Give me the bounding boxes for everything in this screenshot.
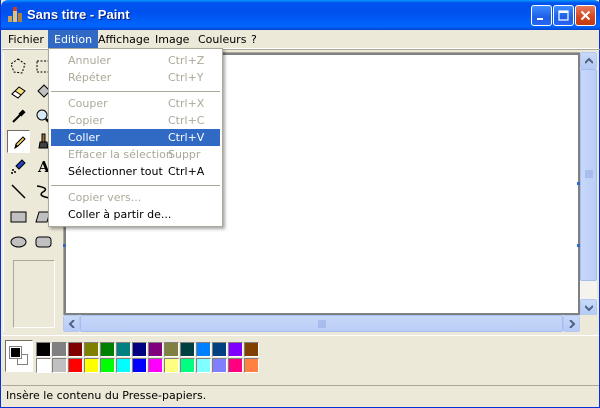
menu-item-coller-a-partir-de[interactable]: Coller à partir de... <box>51 206 220 223</box>
tool-eraser[interactable] <box>7 80 30 103</box>
menu-bar: Fichier Edition Affichage Image Couleurs… <box>2 30 600 50</box>
palette-swatch[interactable] <box>100 342 115 357</box>
palette-swatch[interactable] <box>212 342 227 357</box>
scroll-down-button[interactable] <box>580 299 597 316</box>
tool-airbrush[interactable] <box>7 155 30 178</box>
menu-edition[interactable]: Edition <box>48 30 99 49</box>
palette-swatch[interactable] <box>68 358 83 373</box>
tool-options-panel[interactable] <box>13 260 55 328</box>
menu-separator <box>51 185 220 186</box>
scroll-grip-icon <box>318 320 326 328</box>
eraser-icon <box>11 86 26 99</box>
ellipse-icon <box>10 236 27 248</box>
arrow-right-icon <box>569 320 576 328</box>
menu-item-annuler[interactable]: Annuler Ctrl+Z <box>51 52 220 69</box>
status-text: Insère le contenu du Presse-papiers. <box>6 389 207 402</box>
scroll-corner <box>580 315 597 332</box>
palette-swatch[interactable] <box>116 358 131 373</box>
status-bar: Insère le contenu du Presse-papiers. <box>2 385 599 406</box>
arrow-down-icon <box>585 305 593 312</box>
palette-swatch[interactable] <box>180 358 195 373</box>
edit-menu-dropdown: Annuler Ctrl+Z Répéter Ctrl+Y Couper Ctr… <box>48 48 223 227</box>
palette-swatch[interactable] <box>196 358 211 373</box>
close-button[interactable] <box>575 5 596 26</box>
menu-fichier[interactable]: Fichier <box>2 30 50 49</box>
color-picker-icon <box>12 109 26 123</box>
menu-item-copier[interactable]: Copier Ctrl+C <box>51 112 220 129</box>
palette-swatch[interactable] <box>196 342 211 357</box>
palette-swatch[interactable] <box>52 358 67 373</box>
pencil-icon <box>14 136 26 150</box>
scroll-right-button[interactable] <box>563 315 580 332</box>
airbrush-icon <box>11 159 26 174</box>
palette-swatch[interactable] <box>164 342 179 357</box>
palette-swatch[interactable] <box>244 358 259 373</box>
canvas-resize-handle-bottom-left <box>63 244 66 247</box>
palette-swatch[interactable] <box>164 358 179 373</box>
menu-item-copier-vers[interactable]: Copier vers... <box>51 189 220 206</box>
palette-swatch[interactable] <box>36 342 51 357</box>
palette-swatch[interactable] <box>132 358 147 373</box>
menu-item-repeter[interactable]: Répéter Ctrl+Y <box>51 69 220 86</box>
palette-swatch[interactable] <box>148 358 163 373</box>
palette-swatch[interactable] <box>148 342 163 357</box>
title-bar[interactable]: Sans titre - Paint <box>1 0 600 30</box>
menu-image[interactable]: Image <box>149 30 195 49</box>
palette-swatch[interactable] <box>132 342 147 357</box>
menu-affichage[interactable]: Affichage <box>92 30 156 49</box>
maximize-button[interactable] <box>553 5 574 26</box>
menu-couleurs[interactable]: Couleurs <box>192 30 252 49</box>
toolbox-grip <box>3 52 4 332</box>
tool-color-picker[interactable] <box>7 105 30 128</box>
arrow-left-icon <box>68 320 75 328</box>
palette-swatch[interactable] <box>180 342 195 357</box>
minimize-button[interactable] <box>531 5 552 26</box>
palette-swatch[interactable] <box>244 342 259 357</box>
palette-swatch[interactable] <box>68 342 83 357</box>
palette-swatch[interactable] <box>84 342 99 357</box>
line-icon <box>11 184 26 199</box>
palette-swatch[interactable] <box>100 358 115 373</box>
horizontal-scroll-thumb[interactable] <box>80 315 563 332</box>
free-form-select-icon <box>10 58 26 74</box>
paint-app-icon <box>8 7 22 22</box>
palette-swatch[interactable] <box>212 358 227 373</box>
menu-help[interactable]: ? <box>245 30 263 49</box>
scroll-up-button[interactable] <box>580 52 597 69</box>
palette-swatch[interactable] <box>228 358 243 373</box>
vertical-scroll-thumb[interactable] <box>580 69 597 281</box>
close-icon <box>580 10 591 21</box>
tool-rounded-rect[interactable] <box>32 230 55 253</box>
tool-ellipse[interactable] <box>7 230 30 253</box>
arrow-up-icon <box>585 57 593 64</box>
rounded-rect-icon <box>35 236 52 248</box>
menu-item-effacer-selection[interactable]: Effacer la sélection Suppr <box>51 146 220 163</box>
tool-pencil[interactable] <box>7 130 30 153</box>
scroll-grip-icon <box>585 170 593 178</box>
minimize-icon <box>537 18 543 20</box>
palette-swatch[interactable] <box>52 342 67 357</box>
rectangle-icon <box>10 211 27 223</box>
maximize-icon <box>558 10 569 21</box>
window-title: Sans titre - Paint <box>27 7 130 22</box>
tool-free-form-select[interactable] <box>7 55 30 78</box>
color-palette <box>2 335 599 381</box>
scroll-left-button[interactable] <box>63 315 80 332</box>
palette-swatch[interactable] <box>228 342 243 357</box>
tool-rectangle[interactable] <box>7 205 30 228</box>
vertical-scrollbar[interactable] <box>580 52 597 316</box>
palette-swatch[interactable] <box>84 358 99 373</box>
horizontal-scrollbar[interactable] <box>63 315 580 332</box>
menu-item-coller[interactable]: Coller Ctrl+V <box>51 129 220 146</box>
paint-window: Sans titre - Paint Fichier Edition Affic… <box>0 0 600 408</box>
menu-separator <box>51 91 220 92</box>
current-colors-box[interactable] <box>5 340 33 372</box>
menu-item-couper[interactable]: Couper Ctrl+X <box>51 95 220 112</box>
foreground-color-swatch <box>9 346 22 359</box>
tool-line[interactable] <box>7 180 30 203</box>
menu-item-selectionner-tout[interactable]: Sélectionner tout Ctrl+A <box>51 163 220 180</box>
palette-swatch[interactable] <box>116 342 131 357</box>
palette-swatch[interactable] <box>36 358 51 373</box>
